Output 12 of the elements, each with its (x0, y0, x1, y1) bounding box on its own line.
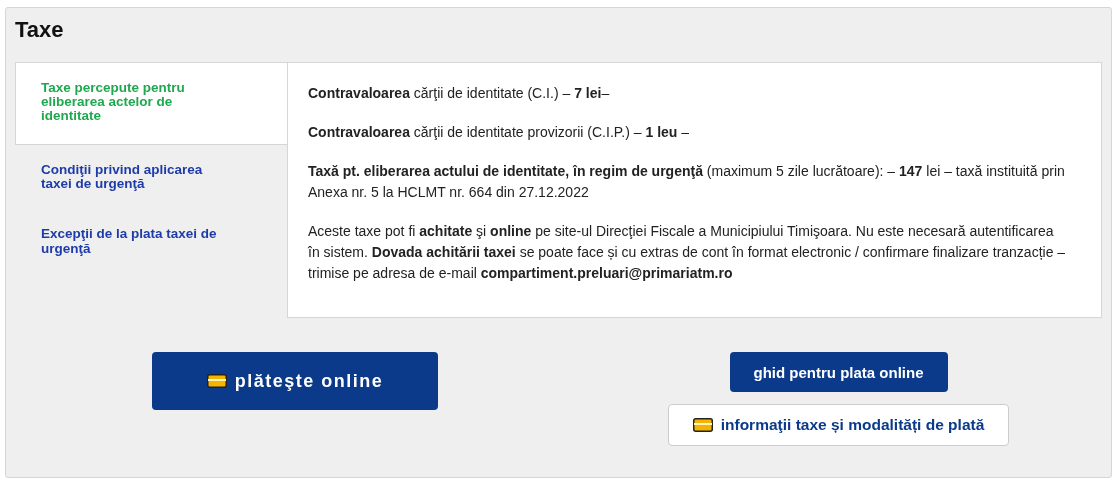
link-button[interactable]: informaţii taxe și modalități de plată (667, 404, 1010, 446)
link-button[interactable]: ghid pentru plata online (729, 352, 948, 392)
tab[interactable]: Condiţii privind aplicarea taxei de urgenţă (15, 145, 287, 210)
tab[interactable]: Excepţii de la plata taxei de urgenţă (15, 209, 287, 274)
card-icon (692, 418, 713, 432)
paragraph: Taxă pt. eliberarea actului de identitate, în regim de urgenţă (maximum 5 zile lucrătoare): – 147 lei – taxă instituită prin Anexa nr. 5 la HCLMT nr. 664 din 27.12.2022 (308, 162, 1066, 202)
paragraph: Contravaloarea cărţii de identitate (C.I.) – 7 lei– (308, 84, 611, 103)
paragraph: Contravaloarea cărţii de identitate provizorii (C.I.P.) – 1 leu – (308, 123, 691, 142)
card-icon (206, 374, 227, 388)
paragraph: Aceste taxe pot fi achitate şi online pe site-ul Direcţiei Fiscale a Municipiului Timişoara. Nu este necesară autentificarea în sistem. Dovada achitării taxei se poate face și cu extras de cont în format electronic / confirmare finalizare tranzacție – trimise pe adresa de e-mail compartiment.preluari@primariatm.ro (308, 222, 1067, 283)
pay-online-button[interactable]: plăteşte online (152, 352, 438, 410)
section-title: Taxe (15, 16, 64, 44)
